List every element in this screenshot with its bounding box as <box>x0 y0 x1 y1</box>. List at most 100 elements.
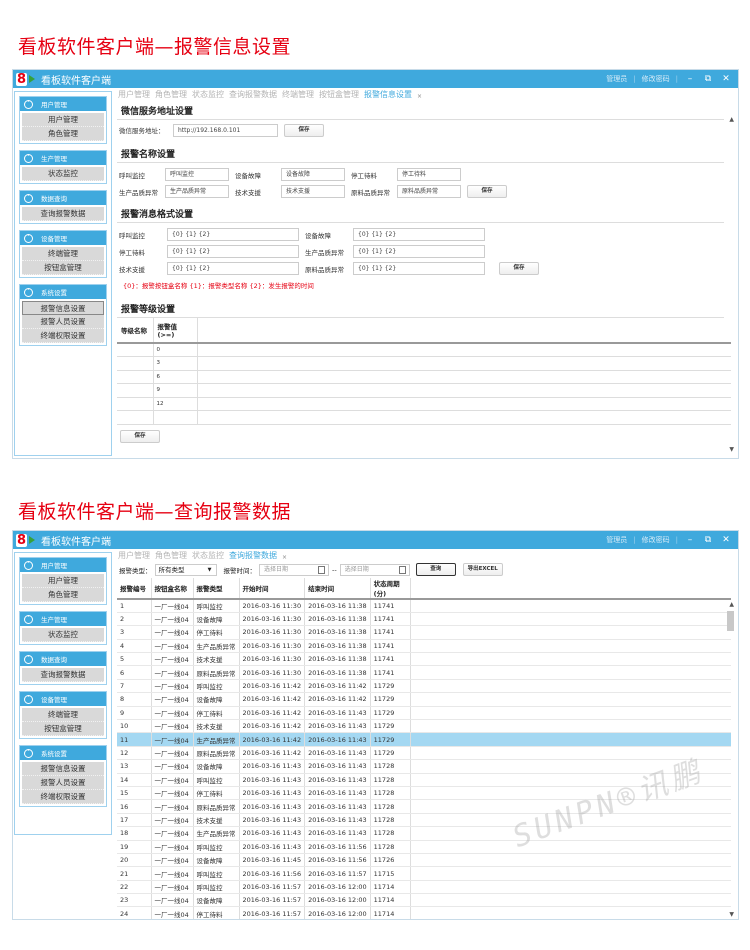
collapse-icon[interactable]: ˄ <box>24 193 33 203</box>
table-cell[interactable]: 设备故障 <box>193 692 240 707</box>
table-cell[interactable]: 呼叫监控 <box>193 599 240 613</box>
tab-0[interactable]: 用户管理 <box>118 550 150 561</box>
sidebar-group-header[interactable]: ˄ 数据查询 <box>20 652 106 666</box>
table-cell[interactable]: 2016-03-16 11:43 <box>304 719 371 734</box>
collapse-icon[interactable]: ˄ <box>24 694 33 704</box>
table-cell[interactable]: 11728 <box>370 813 411 828</box>
table-row[interactable]: 6 <box>117 370 731 384</box>
table-cell[interactable]: 2016-03-16 11:56 <box>304 853 371 868</box>
format-input[interactable]: {0} {1} {2} <box>167 245 299 258</box>
table-row[interactable]: 3 <box>117 356 731 371</box>
collapse-icon[interactable]: ˄ <box>24 153 33 163</box>
sidebar-item[interactable]: 用户管理 <box>22 113 104 127</box>
table-cell[interactable]: 2016-03-16 11:30 <box>239 599 306 613</box>
tab-close-icon[interactable]: × <box>417 93 422 100</box>
sidebar-item[interactable]: 状态监控 <box>22 628 104 642</box>
table-cell[interactable]: 一厂一线04 <box>151 786 194 801</box>
alarm-name-input[interactable]: 停工待料 <box>397 168 461 181</box>
table-cell[interactable]: 2016-03-16 11:43 <box>304 813 371 828</box>
table-cell[interactable]: 一厂一线04 <box>151 719 194 734</box>
table-cell[interactable]: 19 <box>117 840 152 854</box>
table-cell[interactable]: 一厂一线04 <box>151 706 194 721</box>
table-cell[interactable]: 生产品质异常 <box>193 826 240 841</box>
minimize-button[interactable]: – <box>684 74 696 84</box>
table-cell[interactable]: 2016-03-16 11:42 <box>239 746 306 761</box>
table-cell[interactable]: 一厂一线04 <box>151 906 194 919</box>
table-cell[interactable] <box>117 343 154 357</box>
table-cell[interactable]: 11728 <box>370 773 411 787</box>
table-cell[interactable]: 2016-03-16 11:38 <box>304 612 371 627</box>
table-row[interactable]: 1 一厂一线04 呼叫监控 2016-03-16 11:30 2016-03-16 11… <box>117 599 731 613</box>
sidebar-group-header[interactable]: ˄ 用户管理 <box>20 558 106 572</box>
table-cell[interactable] <box>117 356 154 371</box>
table-cell[interactable]: 原料品质异常 <box>193 665 240 680</box>
table-cell[interactable]: 4 <box>117 639 152 654</box>
table-cell[interactable]: 2016-03-16 11:57 <box>239 906 306 919</box>
sidebar-item[interactable]: 终端管理 <box>22 247 104 261</box>
sidebar-item[interactable]: 状态监控 <box>22 167 104 181</box>
alarm-names-save-button[interactable]: 保存 <box>467 185 507 198</box>
sidebar-group-header[interactable]: ˄ 生产管理 <box>20 151 106 165</box>
table-cell[interactable]: 2016-03-16 11:57 <box>239 880 306 895</box>
table-cell[interactable]: 一厂一线04 <box>151 853 194 868</box>
table-cell[interactable]: 11729 <box>370 732 411 747</box>
table-row[interactable]: 23 一厂一线04 设备故障 2016-03-16 11:57 2016-03-16 1… <box>117 893 731 908</box>
table-cell[interactable]: 一厂一线04 <box>151 799 194 814</box>
table-cell[interactable]: 一厂一线04 <box>151 840 194 854</box>
alarm-name-input[interactable]: 设备故障 <box>281 168 345 181</box>
table-cell[interactable]: 一厂一线04 <box>151 773 194 787</box>
tab-3[interactable]: 查询报警数据 <box>229 89 277 100</box>
table-cell[interactable]: 2016-03-16 11:43 <box>304 759 371 774</box>
table-cell[interactable]: 24 <box>117 906 152 919</box>
end-date-input[interactable]: 选择日期 <box>339 563 410 576</box>
table-cell[interactable]: 12 <box>153 397 198 411</box>
collapse-icon[interactable]: ˄ <box>24 654 33 664</box>
table-row[interactable]: 12 <box>117 397 731 411</box>
table-cell[interactable]: 11 <box>117 732 152 747</box>
table-row[interactable]: 7 一厂一线04 呼叫监控 2016-03-16 11:42 2016-03-16 11… <box>117 679 731 694</box>
table-cell[interactable]: 11728 <box>370 826 411 841</box>
table-cell[interactable]: 11741 <box>370 612 411 627</box>
table-cell[interactable]: 11729 <box>370 719 411 734</box>
table-cell[interactable]: 呼叫监控 <box>193 840 240 854</box>
table-row[interactable]: 9 <box>117 383 731 398</box>
table-cell[interactable]: 21 <box>117 866 152 881</box>
table-cell[interactable]: 2016-03-16 11:43 <box>304 746 371 761</box>
sidebar-item[interactable]: 角色管理 <box>22 127 104 141</box>
table-cell[interactable]: 一厂一线04 <box>151 652 194 667</box>
table-cell[interactable]: 一厂一线04 <box>151 612 194 627</box>
user-link[interactable]: 管理员 <box>606 74 627 84</box>
table-cell[interactable]: 5 <box>117 652 152 667</box>
table-cell[interactable]: 6 <box>117 665 152 680</box>
tab-6[interactable]: 报警信息设置 <box>364 89 412 100</box>
calendar-icon[interactable] <box>318 565 325 574</box>
table-cell[interactable]: 16 <box>117 799 152 814</box>
table-cell[interactable]: 23 <box>117 893 152 908</box>
table-cell[interactable]: 14 <box>117 773 152 787</box>
table-cell[interactable]: 停工待料 <box>193 786 240 801</box>
table-row[interactable]: 21 一厂一线04 呼叫监控 2016-03-16 11:56 2016-03-16 1… <box>117 866 731 881</box>
scroll-down-icon[interactable]: ▼ <box>729 446 734 453</box>
table-cell[interactable]: 2016-03-16 11:43 <box>239 813 306 828</box>
scroll-up-icon[interactable]: ▲ <box>729 601 734 608</box>
table-cell[interactable]: 一厂一线04 <box>151 826 194 841</box>
sidebar-group-header[interactable]: ˄ 设备管理 <box>20 231 106 245</box>
tab-0[interactable]: 用户管理 <box>118 89 150 100</box>
table-cell[interactable]: 停工待料 <box>193 906 240 919</box>
table-cell[interactable]: 一厂一线04 <box>151 639 194 654</box>
sidebar-group-header[interactable]: ˄ 生产管理 <box>20 612 106 626</box>
table-cell[interactable]: 10 <box>117 719 152 734</box>
tab-1[interactable]: 角色管理 <box>155 550 187 561</box>
table-cell[interactable]: 一厂一线04 <box>151 759 194 774</box>
table-cell[interactable]: 一厂一线04 <box>151 866 194 881</box>
table-cell[interactable]: 原料品质异常 <box>193 746 240 761</box>
table-row[interactable]: 3 一厂一线04 停工待料 2016-03-16 11:30 2016-03-16 11… <box>117 625 731 640</box>
table-cell[interactable]: 13 <box>117 759 152 774</box>
table-cell[interactable]: 11726 <box>370 853 411 868</box>
table-cell[interactable] <box>153 410 198 425</box>
sidebar-item[interactable]: 查询报警数据 <box>22 207 104 221</box>
table-cell[interactable]: 2016-03-16 11:45 <box>239 853 306 868</box>
alarm-name-input[interactable]: 原料品质异常 <box>397 185 461 198</box>
table-cell[interactable]: 2 <box>117 612 152 627</box>
scroll-up-icon[interactable]: ▲ <box>729 116 734 123</box>
